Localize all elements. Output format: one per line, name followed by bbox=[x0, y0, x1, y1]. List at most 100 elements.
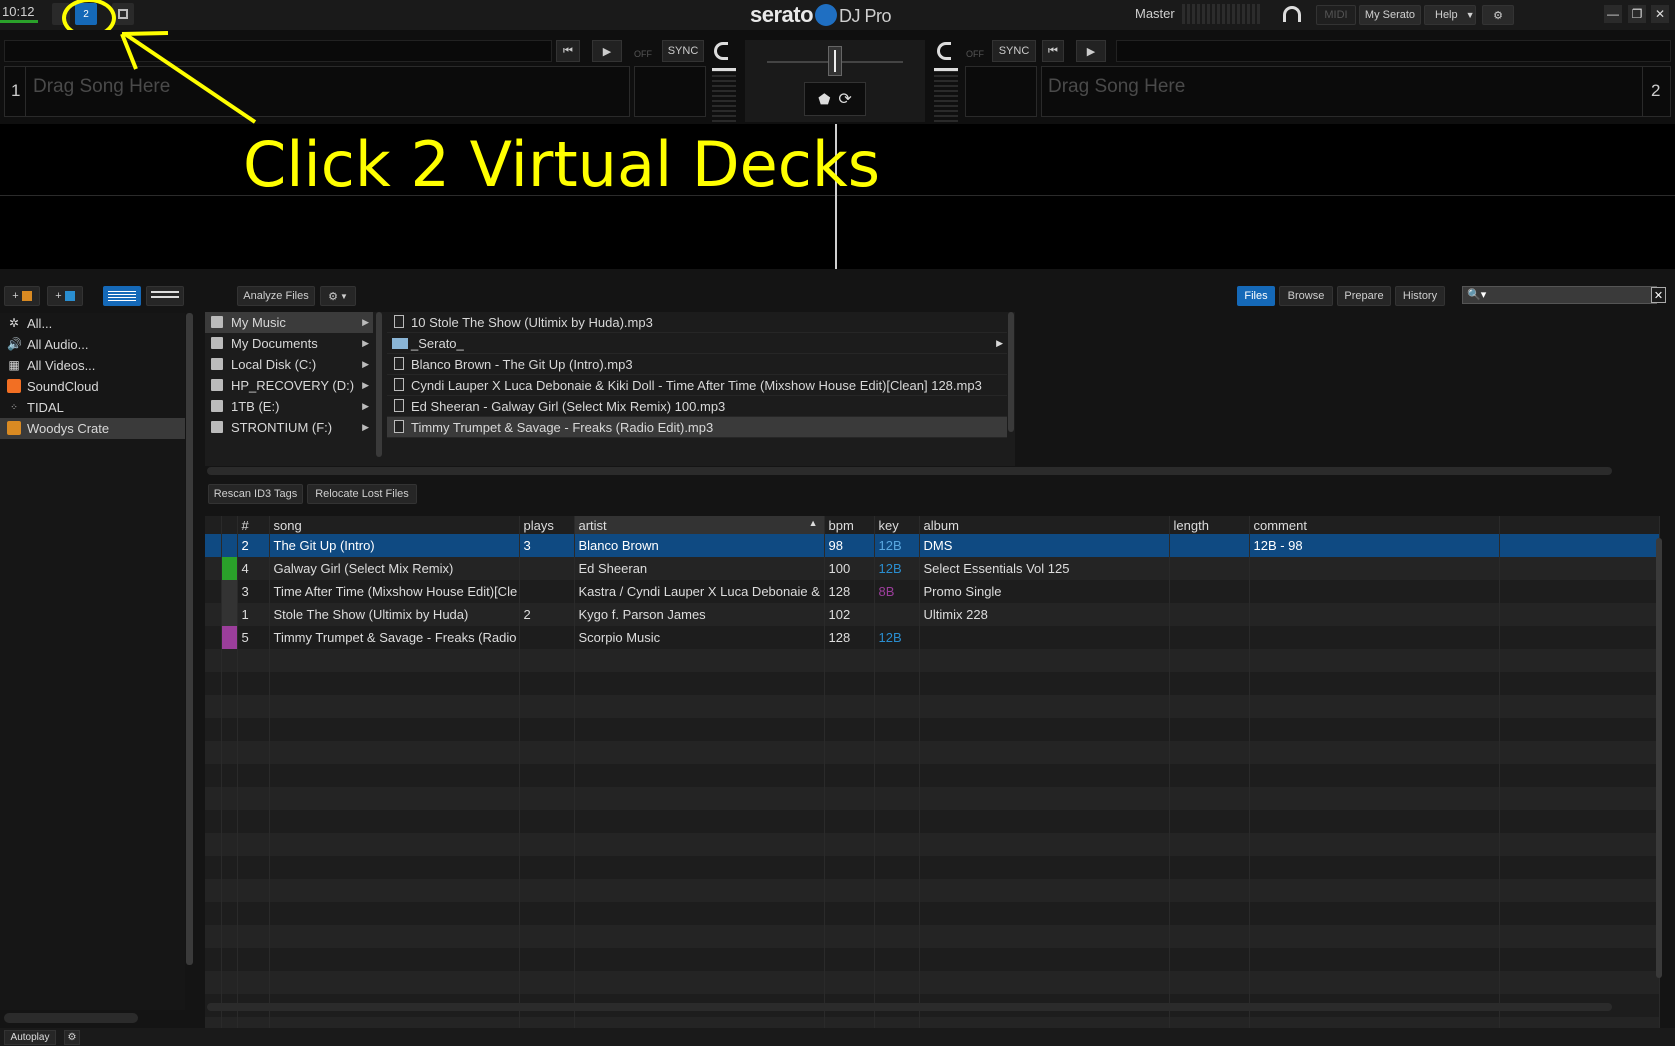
file-item[interactable]: Blanco Brown - The Git Up (Intro).mp3 bbox=[387, 354, 1007, 375]
file-item[interactable]: Timmy Trumpet & Savage - Freaks (Radio E… bbox=[387, 417, 1007, 438]
deck2-sync-button[interactable]: SYNC bbox=[992, 40, 1036, 62]
library-settings-button[interactable]: ⚙ ▼ bbox=[320, 286, 356, 306]
drive-item[interactable]: HP_RECOVERY (D:) ▶ bbox=[205, 375, 373, 396]
close-button[interactable]: ✕ bbox=[1651, 5, 1669, 23]
help-button[interactable]: Help ▼ bbox=[1424, 5, 1476, 25]
autoplay-settings-button[interactable]: ⚙ bbox=[64, 1030, 80, 1045]
list-view-button[interactable] bbox=[103, 286, 141, 306]
col-number[interactable]: # bbox=[237, 516, 270, 534]
col-length[interactable]: length bbox=[1169, 516, 1250, 534]
crate-item-all-videos[interactable]: ▦ All Videos... bbox=[0, 355, 185, 376]
table-row[interactable] bbox=[205, 718, 1660, 741]
folder-item[interactable]: _Serato_ ▶ bbox=[387, 333, 1007, 354]
table-row[interactable] bbox=[205, 695, 1660, 718]
col-album[interactable]: album bbox=[919, 516, 1170, 534]
row-color-cell bbox=[221, 695, 238, 718]
table-scrollbar[interactable] bbox=[1656, 538, 1662, 978]
col-key[interactable]: key bbox=[874, 516, 920, 534]
drive-scrollbar[interactable] bbox=[376, 312, 382, 457]
table-row[interactable]: 3 Time After Time (Mixshow House Edit)[Cl… bbox=[205, 580, 1660, 603]
drive-item[interactable]: 1TB (E:) ▶ bbox=[205, 396, 373, 417]
my-serato-button[interactable]: My Serato bbox=[1359, 5, 1421, 25]
deck1-prev-button[interactable]: ⏮ bbox=[556, 40, 580, 62]
browser-hscrollbar[interactable] bbox=[207, 467, 1612, 475]
table-row[interactable] bbox=[205, 672, 1660, 695]
minimize-button[interactable]: — bbox=[1604, 5, 1622, 23]
autoplay-button[interactable]: Autoplay bbox=[4, 1030, 56, 1045]
deck2-prev-button[interactable]: ⏮ bbox=[1042, 40, 1064, 62]
tab-history[interactable]: History bbox=[1395, 286, 1445, 306]
table-row[interactable] bbox=[205, 925, 1660, 948]
file-scrollbar[interactable] bbox=[1008, 312, 1014, 432]
table-row[interactable] bbox=[205, 764, 1660, 787]
file-item[interactable]: 10 Stole The Show (Ultimix by Huda).mp3 bbox=[387, 312, 1007, 333]
table-hscrollbar[interactable] bbox=[207, 1003, 1612, 1011]
crate-item-tidal[interactable]: ⁘ TIDAL bbox=[0, 397, 185, 418]
table-row[interactable]: 1 Stole The Show (Ultimix by Huda) 2 Kygo f… bbox=[205, 603, 1660, 626]
deck1-pitch-thumb[interactable] bbox=[712, 68, 736, 71]
deck2-play-button[interactable]: ▶ bbox=[1076, 40, 1106, 62]
relocate-lost-files-button[interactable]: Relocate Lost Files bbox=[307, 484, 417, 504]
col-artist[interactable]: artist ▲ bbox=[574, 516, 825, 534]
add-crate-button[interactable]: + bbox=[4, 286, 40, 306]
deck1-play-button[interactable]: ▶ bbox=[592, 40, 622, 62]
crate-item-all-audio[interactable]: 🔊 All Audio... bbox=[0, 334, 185, 355]
tab-browse[interactable]: Browse bbox=[1279, 286, 1333, 306]
detail-view-button[interactable] bbox=[146, 286, 184, 306]
crossfader-handle[interactable] bbox=[828, 46, 842, 76]
cell-song bbox=[269, 787, 520, 810]
cell-length bbox=[1169, 856, 1250, 879]
table-row[interactable] bbox=[205, 741, 1660, 764]
add-smart-crate-button[interactable]: + bbox=[47, 286, 83, 306]
search-input[interactable]: 🔍▾ bbox=[1462, 286, 1657, 304]
crate-item-woodys-crate[interactable]: Woodys Crate bbox=[0, 418, 185, 439]
crates-hscrollbar[interactable] bbox=[4, 1013, 138, 1023]
tab-prepare[interactable]: Prepare bbox=[1337, 286, 1391, 306]
deck2-pitch-thumb[interactable] bbox=[934, 68, 958, 71]
drive-item[interactable]: Local Disk (C:) ▶ bbox=[205, 354, 373, 375]
file-item[interactable]: Cyndi Lauper X Luca Debonaie & Kiki Doll… bbox=[387, 375, 1007, 396]
settings-button[interactable]: ⚙ bbox=[1482, 5, 1514, 25]
table-row[interactable] bbox=[205, 902, 1660, 925]
drive-item[interactable]: My Music ▶ bbox=[205, 312, 373, 333]
midi-button[interactable]: MIDI bbox=[1316, 5, 1356, 25]
table-row[interactable] bbox=[205, 649, 1660, 672]
table-row[interactable] bbox=[205, 787, 1660, 810]
col-song[interactable]: song bbox=[269, 516, 520, 534]
table-row[interactable] bbox=[205, 971, 1660, 994]
col-comment[interactable]: comment bbox=[1249, 516, 1500, 534]
table-row[interactable] bbox=[205, 810, 1660, 833]
table-row[interactable]: 5 Timmy Trumpet & Savage - Freaks (Radio S… bbox=[205, 626, 1660, 649]
crates-scrollbar[interactable] bbox=[186, 313, 193, 965]
drive-item[interactable]: My Documents ▶ bbox=[205, 333, 373, 354]
drive-item[interactable]: STRONTIUM (F:) ▶ bbox=[205, 417, 373, 438]
cell-comment bbox=[1249, 695, 1500, 718]
clear-search-button[interactable]: ✕ bbox=[1651, 287, 1666, 303]
file-item[interactable]: Ed Sheeran - Galway Girl (Select Mix Rem… bbox=[387, 396, 1007, 417]
headphones-icon[interactable] bbox=[1283, 6, 1301, 22]
col-bpm[interactable]: bpm bbox=[824, 516, 875, 534]
table-row[interactable] bbox=[205, 879, 1660, 902]
col-plays[interactable]: plays bbox=[519, 516, 575, 534]
restore-button[interactable]: ❐ bbox=[1628, 5, 1646, 23]
table-row[interactable] bbox=[205, 833, 1660, 856]
deck2-drop-zone[interactable]: Drag Song Here 2 bbox=[1041, 66, 1671, 117]
deck1-drop-zone[interactable]: 1 Drag Song Here bbox=[4, 66, 630, 117]
deck1-sync-button[interactable]: SYNC bbox=[662, 40, 704, 62]
table-row[interactable]: 2 The Git Up (Intro) 3 Blanco Brown 98 12B DMS… bbox=[205, 534, 1660, 557]
rescan-id3-button[interactable]: Rescan ID3 Tags bbox=[208, 484, 303, 504]
analyze-files-button[interactable]: Analyze Files bbox=[237, 286, 315, 306]
deck2-tempo-icon[interactable] bbox=[937, 42, 951, 60]
crate-item-soundcloud[interactable]: SoundCloud bbox=[0, 376, 185, 397]
cell-num bbox=[237, 718, 270, 741]
sync-link-button[interactable]: ⬟ ⟳ bbox=[804, 82, 866, 116]
crate-item-all[interactable]: ✲ All... bbox=[0, 313, 185, 334]
folder-icon bbox=[392, 338, 408, 349]
table-row[interactable]: 4 Galway Girl (Select Mix Remix) Ed Sheera… bbox=[205, 557, 1660, 580]
close-icon: ✕ bbox=[1654, 7, 1666, 21]
table-row[interactable] bbox=[205, 948, 1660, 971]
table-row[interactable] bbox=[205, 856, 1660, 879]
tab-files[interactable]: Files bbox=[1237, 286, 1275, 306]
cell-key bbox=[874, 833, 920, 856]
deck1-tempo-icon[interactable] bbox=[714, 42, 728, 60]
